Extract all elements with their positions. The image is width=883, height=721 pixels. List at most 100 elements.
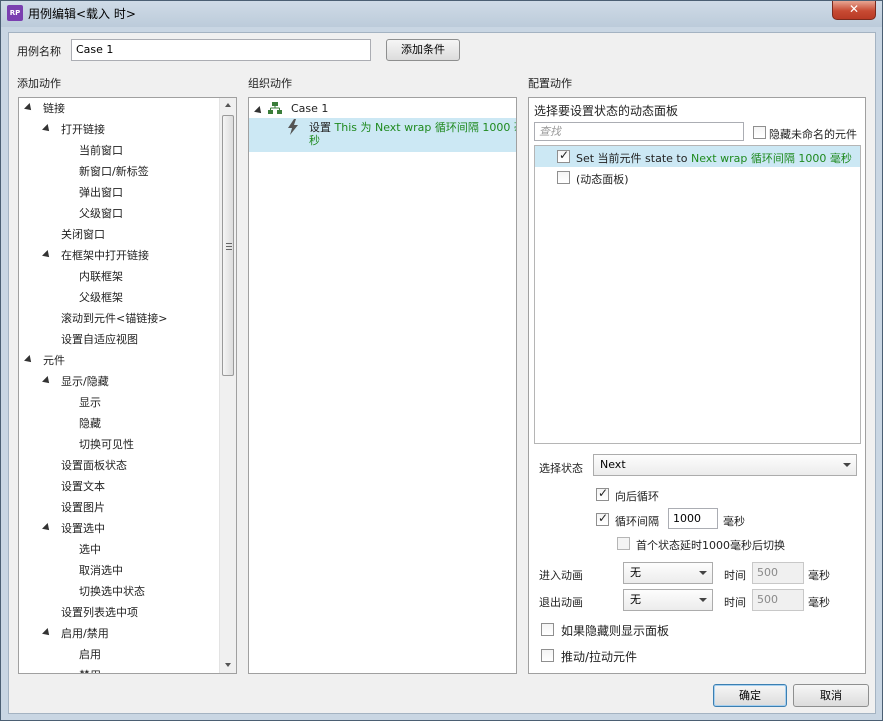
panel-checkbox[interactable]	[557, 171, 570, 184]
chevron-down-icon	[843, 463, 851, 467]
expand-triangle-icon[interactable]	[254, 104, 264, 116]
ok-button[interactable]: 确定	[713, 684, 787, 707]
tree-item-label: 设置选中	[61, 522, 105, 535]
enter-time-input[interactable]: 500	[752, 562, 804, 584]
expand-triangle-icon[interactable]	[24, 103, 34, 113]
tree-scrollbar[interactable]	[219, 98, 236, 673]
tree-item-label: 内联框架	[79, 270, 123, 283]
selected-action-row[interactable]: 设置 This 为 Next wrap 循环间隔 1000 毫秒	[249, 118, 516, 152]
case-label[interactable]: Case 1	[291, 102, 328, 115]
hide-unnamed-label: 隐藏未命名的元件	[769, 128, 857, 141]
enter-time-label: 时间	[724, 569, 746, 582]
tree-item-label: 隐藏	[79, 417, 101, 430]
title-bar[interactable]: RP 用例编辑<载入 时> ✕	[1, 1, 882, 27]
lightning-icon	[288, 119, 298, 135]
expand-triangle-icon[interactable]	[42, 523, 52, 533]
wrap-forward-label: 向后循环	[615, 490, 659, 503]
scroll-up-arrow-icon[interactable]	[225, 103, 231, 107]
tree-item-label: 链接	[43, 102, 65, 115]
tree-item-label: 设置文本	[61, 480, 105, 493]
push-pull-label: 推动/拉动元件	[561, 650, 638, 664]
configure-action-header: 配置动作	[528, 77, 572, 90]
case-name-input[interactable]: Case 1	[71, 39, 371, 61]
tree-item-label: 显示/隐藏	[61, 375, 109, 388]
expand-triangle-icon[interactable]	[24, 355, 34, 365]
exit-ms-label: 毫秒	[808, 596, 830, 609]
exit-time-input[interactable]: 500	[752, 589, 804, 611]
exit-anim-label: 退出动画	[539, 596, 583, 609]
tree-item-label: 设置面板状态	[61, 459, 127, 472]
tree-item-label: 切换可见性	[79, 438, 134, 451]
enter-anim-value: 无	[630, 566, 641, 579]
expand-triangle-icon[interactable]	[42, 250, 52, 260]
first-delay-checkbox[interactable]	[617, 537, 630, 550]
dynamic-panel-list: Set 当前元件 state to Next wrap 循环间隔 1000 毫秒…	[534, 145, 861, 444]
search-input[interactable]: 查找	[534, 122, 744, 141]
add-condition-button[interactable]: 添加条件	[386, 39, 460, 61]
tree-item-label: 新窗口/新标签	[79, 165, 149, 178]
loop-interval-checkbox[interactable]	[596, 511, 609, 526]
grip-line	[226, 249, 232, 250]
tree-item-label: 启用	[79, 648, 101, 661]
chevron-down-icon	[699, 571, 707, 575]
show-if-hidden-label: 如果隐藏则显示面板	[561, 624, 670, 638]
add-action-header: 添加动作	[17, 77, 61, 90]
list-item[interactable]: Set 当前元件 state to Next wrap 循环间隔 1000 毫秒	[535, 146, 860, 167]
loop-ms-label: 毫秒	[723, 515, 745, 528]
tree-item-label: 父级框架	[79, 291, 123, 304]
exit-time-label: 时间	[724, 596, 746, 609]
tree-item-label: 禁用	[79, 665, 101, 673]
dialog-window: RP 用例编辑<载入 时> ✕ 用例名称 Case 1 添加条件 添加动作 组织…	[0, 0, 883, 721]
action-text: 设置 This 为 Next wrap 循环间隔 1000 毫秒	[309, 121, 517, 147]
organize-action-header: 组织动作	[248, 77, 292, 90]
action-tree-list: 链接打开链接当前窗口新窗口/新标签 弹出窗口父级窗口关闭窗口在框架中打开链接内联框…	[19, 98, 219, 673]
expand-triangle-icon[interactable]	[42, 628, 52, 638]
show-if-hidden-checkbox[interactable]	[541, 623, 554, 636]
chevron-down-icon	[699, 598, 707, 602]
first-delay-label: 首个状态延时1000毫秒后切换	[636, 539, 785, 552]
dialog-body: 用例名称 Case 1 添加条件 添加动作 组织动作 配置动作 链接打开链接当前…	[8, 32, 876, 714]
tree-item-label: 滚动到元件<锚链接>	[61, 312, 168, 325]
grip-line	[226, 243, 232, 244]
tree-item-label: 元件	[43, 354, 65, 367]
tree-item-label: 打开链接	[61, 123, 105, 136]
window-title: 用例编辑<载入 时>	[28, 7, 136, 21]
app-icon: RP	[7, 5, 23, 21]
tree-item-label: 弹出窗口	[79, 186, 123, 199]
tree-item-label: 当前窗口	[79, 144, 123, 157]
scroll-down-arrow-icon[interactable]	[225, 663, 231, 667]
exit-anim-select[interactable]: 无	[623, 589, 713, 611]
scroll-thumb[interactable]	[222, 115, 234, 376]
state-select-value: Next	[600, 458, 626, 471]
tree-item-label: 取消选中	[79, 564, 123, 577]
list-item-text: (动态面板)	[576, 173, 629, 186]
enter-ms-label: 毫秒	[808, 569, 830, 582]
panel-picker-title: 选择要设置状态的动态面板	[534, 104, 679, 118]
tree-item-label: 切换选中状态	[79, 585, 145, 598]
close-button[interactable]: ✕	[832, 1, 876, 20]
panel-checkbox[interactable]	[557, 148, 570, 163]
enter-anim-select[interactable]: 无	[623, 562, 713, 584]
select-state-label: 选择状态	[539, 462, 583, 475]
grip-line	[226, 246, 232, 247]
state-select[interactable]: Next	[593, 454, 857, 476]
tree-item-label: 设置列表选中项	[61, 606, 138, 619]
tree-item-label: 在框架中打开链接	[61, 249, 149, 262]
cancel-button[interactable]: 取消	[793, 684, 869, 707]
push-pull-checkbox[interactable]	[541, 649, 554, 662]
expand-triangle-icon[interactable]	[42, 124, 52, 134]
tree-item-label: 设置图片	[61, 501, 105, 514]
list-item-text: Set 当前元件 state to Next wrap 循环间隔 1000 毫秒	[576, 152, 852, 165]
tree-item-label: 显示	[79, 396, 101, 409]
loop-interval-label: 循环间隔	[615, 515, 659, 528]
case-name-label: 用例名称	[17, 45, 61, 58]
loop-interval-input[interactable]: 1000	[668, 508, 718, 529]
exit-anim-value: 无	[630, 593, 641, 606]
expand-triangle-icon[interactable]	[42, 376, 52, 386]
tree-item-label: 关闭窗口	[61, 228, 105, 241]
list-item[interactable]: (动态面板)	[535, 167, 860, 188]
tree-item-label: 父级窗口	[79, 207, 123, 220]
hide-unnamed-checkbox[interactable]	[753, 126, 766, 139]
add-action-tree: 链接打开链接当前窗口新窗口/新标签 弹出窗口父级窗口关闭窗口在框架中打开链接内联框…	[18, 97, 237, 674]
wrap-forward-checkbox[interactable]	[596, 486, 609, 501]
